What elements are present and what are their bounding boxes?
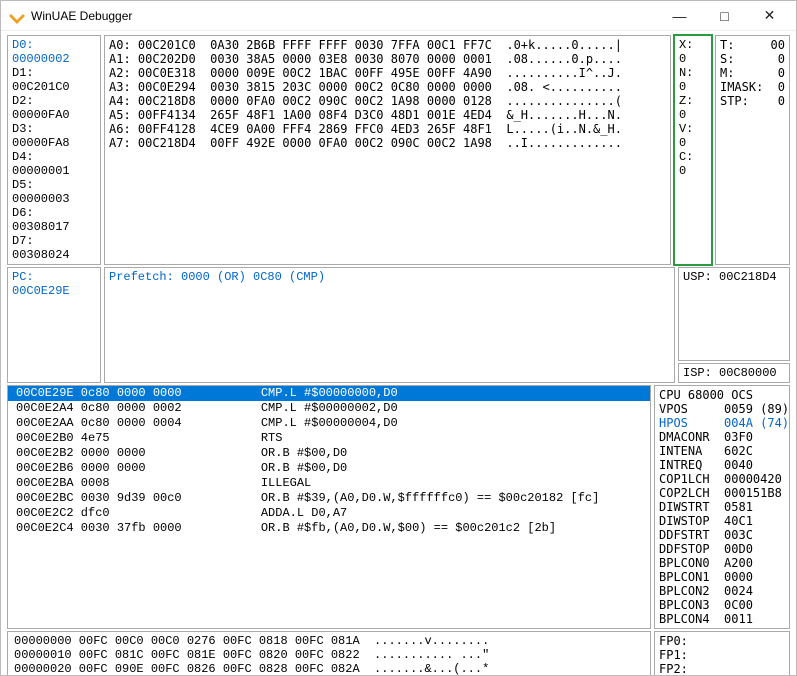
chipset-row: DIWSTRT 0581 (659, 500, 785, 514)
disasm-line[interactable]: 00C0E2B0 4e75 RTS (8, 431, 650, 446)
fp-reg: FP0: (659, 634, 785, 648)
hex-line: 00000000 00FC 00C0 00C0 0276 00FC 0818 0… (14, 634, 644, 648)
chipset-row: BPLCON1 0000 (659, 570, 785, 584)
a-reg: A5: 00FF4134 265F 48F1 1A00 08F4 D3C0 48… (109, 108, 666, 122)
chipset-row: BPLCON0 A200 (659, 556, 785, 570)
flag2: IMASK: 0 (720, 80, 785, 94)
d-reg: D3: 00000FA8 (12, 122, 96, 150)
d-reg: D4: 00000001 (12, 150, 96, 178)
a-reg: A2: 00C0E318 0000 009E 00C2 1BAC 00FF 49… (109, 66, 666, 80)
disasm-line[interactable]: 00C0E2AA 0c80 0000 0004 CMP.L #$00000004… (8, 416, 650, 431)
chipset-row: CPU 68000 OCS (659, 388, 785, 402)
chipset-row: DDFSTOP 00D0 (659, 542, 785, 556)
d-reg: D5: 00000003 (12, 178, 96, 206)
flag: N: 0 (679, 66, 707, 94)
title-bar: WinUAE Debugger — □ ✕ (1, 1, 796, 31)
hex-line: 00000020 00FC 090E 00FC 0826 00FC 0828 0… (14, 662, 644, 675)
fp-panel: FP0:FP1:FP2:FP3:FP4:FP5:FP6:FP7: (654, 631, 790, 675)
flag: C: 0 (679, 150, 707, 178)
disasm-line[interactable]: 00C0E2BA 0008 ILLEGAL (8, 476, 650, 491)
d-reg: D2: 00000FA0 (12, 94, 96, 122)
isp-box: ISP: 00C80000 (678, 363, 790, 383)
chipset-panel: CPU 68000 OCSVPOS 0059 (89)HPOS 004A (74… (654, 385, 790, 629)
fp-reg: FP2: (659, 662, 785, 675)
a-reg: A1: 00C202D0 0030 38A5 0000 03E8 0030 80… (109, 52, 666, 66)
prefetch-box: Prefetch: 0000 (OR) 0C80 (CMP) (104, 267, 675, 383)
flag: Z: 0 (679, 94, 707, 122)
flags2-box: T: 00 S: 0 M: 0 IMASK: 0 STP: 0 (715, 35, 790, 265)
flag2: M: 0 (720, 66, 785, 80)
flag: V: 0 (679, 122, 707, 150)
disassembly-box[interactable]: 00C0E29E 0c80 0000 0000 CMP.L #$00000000… (7, 385, 651, 629)
a-reg: A7: 00C218D4 00FF 492E 0000 0FA0 00C2 09… (109, 136, 666, 150)
close-button[interactable]: ✕ (747, 2, 792, 30)
minimize-button[interactable]: — (657, 2, 702, 30)
disasm-line[interactable]: 00C0E2B6 0000 0000 OR.B #$00,D0 (8, 461, 650, 476)
flag2: S: 0 (720, 52, 785, 66)
usp-box: USP: 00C218D4 (678, 267, 790, 361)
flag: X: 0 (679, 38, 707, 66)
chipset-row: BPLCON3 0C00 (659, 598, 785, 612)
d-reg: D1: 00C201C0 (12, 66, 96, 94)
app-icon (9, 8, 25, 24)
chipset-row: BPLCON2 0024 (659, 584, 785, 598)
memory-hexdump[interactable]: 00000000 00FC 00C0 00C0 0276 00FC 0818 0… (7, 631, 651, 675)
flags-box: X: 0 N: 0 Z: 0 V: 0 C: 0 (674, 35, 712, 265)
d-reg: D0: 00000002 (12, 38, 96, 66)
hex-line: 00000010 00FC 081C 00FC 081E 00FC 0820 0… (14, 648, 644, 662)
chipset-row: COP1LCH 00000420 (659, 472, 785, 486)
disasm-line[interactable]: 00C0E2A4 0c80 0000 0002 CMP.L #$00000002… (8, 401, 650, 416)
d-registers-box: D0: 00000002 D1: 00C201C0 D2: 00000FA0 D… (7, 35, 101, 265)
disasm-line[interactable]: 00C0E2C4 0030 37fb 0000 OR.B #$fb,(A0,D0… (8, 521, 650, 536)
chipset-row: INTREQ 0040 (659, 458, 785, 472)
chipset-row: DDFSTRT 003C (659, 528, 785, 542)
d-reg: D7: 00308024 (12, 234, 96, 262)
disasm-line[interactable]: 00C0E2BC 0030 9d39 00c0 OR.B #$39,(A0,D0… (8, 491, 650, 506)
disasm-line[interactable]: 00C0E2B2 0000 0000 OR.B #$00,D0 (8, 446, 650, 461)
a-reg: A0: 00C201C0 0A30 2B6B FFFF FFFF 0030 7F… (109, 38, 666, 52)
disasm-line[interactable]: 00C0E2C2 dfc0 ADDA.L D0,A7 (8, 506, 650, 521)
disasm-line[interactable]: 00C0E29E 0c80 0000 0000 CMP.L #$00000000… (8, 386, 650, 401)
flag2: STP: 0 (720, 94, 785, 108)
a-reg: A4: 00C218D8 0000 0FA0 00C2 090C 00C2 1A… (109, 94, 666, 108)
chipset-row: VPOS 0059 (89) (659, 402, 785, 416)
flag2: T: 00 (720, 38, 785, 52)
chipset-row: HPOS 004A (74) (659, 416, 785, 430)
pc-box: PC: 00C0E29E (7, 267, 101, 383)
a-registers-box: A0: 00C201C0 0A30 2B6B FFFF FFFF 0030 7F… (104, 35, 671, 265)
a-reg: A6: 00FF4128 4CE9 0A00 FFF4 2869 FFC0 4E… (109, 122, 666, 136)
chipset-row: DMACONR 03F0 (659, 430, 785, 444)
window-title: WinUAE Debugger (31, 9, 657, 23)
d-reg: D6: 00308017 (12, 206, 96, 234)
chipset-row: BPLCON4 0011 (659, 612, 785, 626)
chipset-row: INTENA 602C (659, 444, 785, 458)
chipset-row: COP2LCH 000151B8 (659, 486, 785, 500)
maximize-button[interactable]: □ (702, 2, 747, 30)
a-reg: A3: 00C0E294 0030 3815 203C 0000 00C2 0C… (109, 80, 666, 94)
chipset-row: DIWSTOP 40C1 (659, 514, 785, 528)
fp-reg: FP1: (659, 648, 785, 662)
